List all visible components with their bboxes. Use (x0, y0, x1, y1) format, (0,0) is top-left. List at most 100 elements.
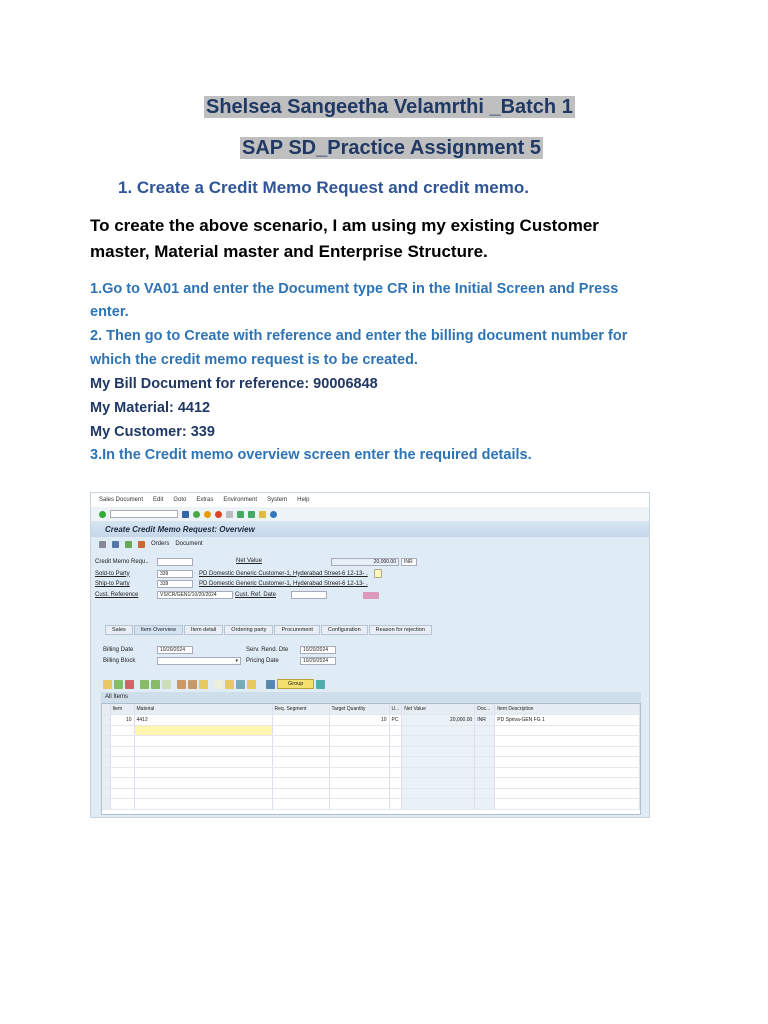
menu-extras[interactable]: Extras (196, 497, 213, 503)
table-cell[interactable] (329, 798, 390, 810)
table-cell[interactable] (110, 777, 135, 789)
help-icon[interactable] (270, 510, 277, 518)
table-cell[interactable] (494, 746, 640, 757)
table-cell[interactable] (389, 735, 403, 747)
row-selector[interactable] (102, 756, 111, 768)
table-cell[interactable] (389, 788, 403, 799)
table-cell[interactable] (272, 756, 330, 768)
table-cell[interactable] (110, 756, 135, 768)
orders-button[interactable]: Orders (151, 541, 169, 547)
row-selector[interactable] (102, 777, 111, 789)
serv-rend-field[interactable]: 10/20/2024 (300, 646, 336, 654)
table-cell[interactable] (401, 725, 476, 736)
table-cell[interactable] (110, 746, 135, 757)
table-cell[interactable] (474, 725, 496, 736)
table-cell[interactable] (494, 788, 640, 799)
table-cell[interactable] (134, 767, 273, 778)
tab-ordering-party[interactable]: Ordering party (224, 625, 274, 635)
row-selector[interactable] (102, 798, 111, 810)
display-icon[interactable] (99, 540, 106, 548)
table-row[interactable] (102, 735, 640, 747)
page-nav-icon[interactable] (248, 510, 255, 518)
filter-icon[interactable] (225, 679, 234, 689)
table-row[interactable] (102, 746, 640, 757)
cust-ref-field[interactable]: VS/CR/GEN1/10/20/2024 (157, 591, 233, 599)
label-ship-to[interactable]: Ship-to Party (95, 581, 157, 587)
table-cell[interactable] (389, 725, 403, 736)
table-cell[interactable] (272, 735, 330, 747)
table-cell[interactable] (401, 788, 476, 799)
tab-item-overview[interactable]: Item Overview (133, 625, 183, 635)
cust-ref-date-field[interactable] (291, 591, 327, 599)
table-cell[interactable] (474, 777, 496, 789)
table-cell[interactable] (110, 798, 135, 810)
table-cell[interactable]: 10 (329, 714, 390, 726)
table-cell[interactable] (329, 767, 390, 778)
table-cell[interactable] (272, 777, 330, 789)
table-cell[interactable] (329, 788, 390, 799)
table-cell[interactable] (134, 788, 273, 799)
table-cell[interactable] (494, 725, 640, 736)
exit-icon[interactable] (204, 510, 211, 518)
table-row[interactable] (102, 725, 640, 736)
menu-sales-document[interactable]: Sales Document (99, 497, 143, 503)
blank-icon[interactable] (214, 679, 223, 689)
document-icon[interactable] (373, 569, 382, 578)
menu-system[interactable]: System (267, 497, 287, 503)
row-selector[interactable] (102, 767, 111, 778)
select-all-icon[interactable] (140, 679, 149, 689)
table-cell[interactable]: PD Spriva-GEN FG 1 (494, 714, 640, 726)
table-cell[interactable] (474, 746, 496, 757)
table-cell[interactable] (401, 746, 476, 757)
table-cell[interactable] (329, 725, 390, 736)
table-cell[interactable] (494, 798, 640, 810)
pricing-icon[interactable] (177, 679, 186, 689)
details-icon[interactable] (363, 591, 379, 599)
table-cell[interactable] (110, 735, 135, 747)
table-cell[interactable] (474, 735, 496, 747)
enter-icon[interactable] (99, 510, 106, 518)
tab-sales[interactable]: Sales (105, 625, 133, 635)
table-cell[interactable] (474, 788, 496, 799)
table-cell[interactable] (474, 756, 496, 768)
table-cell[interactable]: 4412 (134, 714, 273, 726)
col-net-value[interactable]: Net Value (401, 704, 476, 715)
table-cell[interactable] (272, 725, 330, 736)
table-cell[interactable] (272, 798, 330, 810)
menu-environment[interactable]: Environment (223, 497, 257, 503)
col-req-segment[interactable]: Req. Segment (272, 704, 330, 715)
table-cell[interactable]: 20,000.00 (401, 714, 476, 726)
table-cell[interactable] (272, 746, 330, 757)
col-material[interactable]: Material (134, 704, 273, 715)
table-cell[interactable] (494, 767, 640, 778)
table-cell[interactable] (110, 788, 135, 799)
find-icon[interactable] (236, 679, 245, 689)
billing-date-field[interactable]: 10/20/2024 (157, 646, 193, 654)
table-cell[interactable] (110, 767, 135, 778)
row-selector[interactable] (102, 725, 111, 736)
find-next-icon[interactable] (247, 679, 256, 689)
document-button[interactable]: Document (175, 541, 202, 547)
table-row[interactable] (102, 788, 640, 799)
table-cell[interactable] (389, 777, 403, 789)
table-row[interactable] (102, 756, 640, 768)
person-icon[interactable] (266, 679, 275, 689)
table-cell[interactable] (401, 756, 476, 768)
table-cell[interactable] (494, 735, 640, 747)
table-cell[interactable] (329, 777, 390, 789)
command-field[interactable] (110, 510, 178, 518)
table-cell[interactable] (389, 767, 403, 778)
table-row[interactable]: 10 4412 10 PC 20,000.00 INR PD Spriva-GEN FG 1 (102, 714, 640, 726)
row-selector[interactable] (102, 746, 111, 757)
col-doc-currency[interactable]: Doc... (474, 704, 496, 715)
menu-help[interactable]: Help (297, 497, 309, 503)
table-cell[interactable] (329, 756, 390, 768)
table-cell[interactable] (134, 756, 273, 768)
tab-configuration[interactable]: Configuration (320, 625, 368, 635)
table-cell[interactable] (134, 746, 273, 757)
object-icon[interactable] (138, 540, 145, 548)
table-cell[interactable] (389, 756, 403, 768)
table-cell[interactable] (110, 725, 135, 736)
tab-reason-for-rejection[interactable]: Reason for rejection (368, 625, 432, 635)
sold-to-field[interactable]: 339 (157, 569, 193, 578)
